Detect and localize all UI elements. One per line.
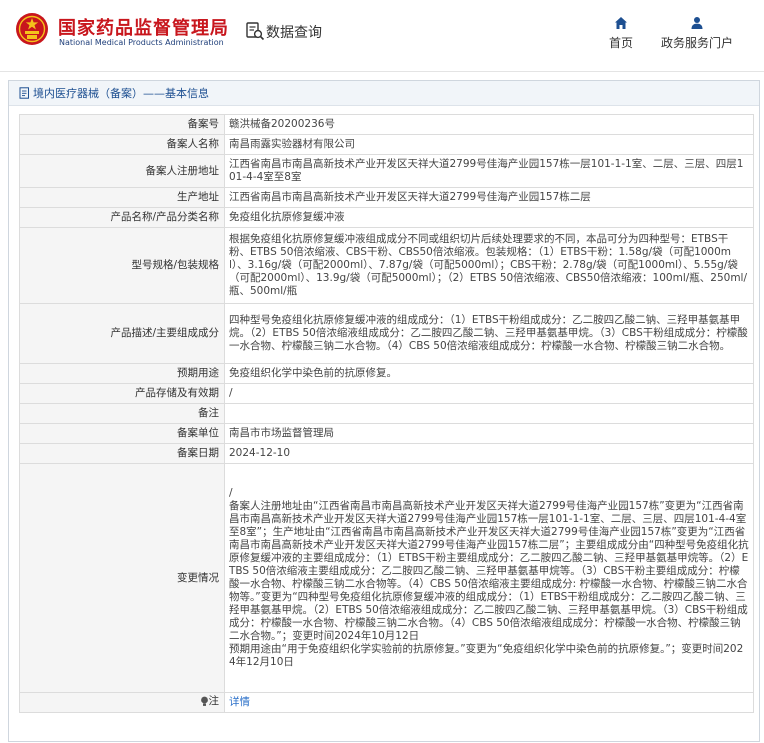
row-key: 备注 <box>19 403 225 424</box>
row-key: 备案人名称 <box>19 134 225 155</box>
row-key: 备案人注册地址 <box>19 154 225 188</box>
breadcrumb: 境内医疗器械（备案）——基本信息 <box>9 81 759 106</box>
table-row: 产品存储及有效期 / <box>19 383 754 404</box>
data-query-label[interactable]: 数据查询 <box>266 22 322 42</box>
table-row: 备案日期 2024-12-10 <box>19 443 754 464</box>
details-link[interactable]: 详情 <box>229 696 250 708</box>
change-history-value: / 备案人注册地址由“江西省南昌市南昌高新技术产业开发区天祥大道2799号佳海产… <box>224 463 754 693</box>
row-key: 产品存储及有效期 <box>19 383 225 404</box>
table-row: 预期用途 免疫组织化学中染色前的抗原修复。 <box>19 363 754 384</box>
nav-service-portal[interactable]: 政务服务门户 <box>655 16 739 51</box>
row-key: 型号规格/包装规格 <box>19 227 225 304</box>
note-key-label: 注 <box>208 694 220 707</box>
lightbulb-icon <box>200 696 208 706</box>
row-value: 2024-12-10 <box>224 443 754 464</box>
national-emblem-icon <box>16 13 48 45</box>
detail-panel: 境内医疗器械（备案）——基本信息 备案号 赣洪械备20200236号 备案人名称… <box>8 80 760 742</box>
row-value: 南昌雨露实验器材有限公司 <box>224 134 754 155</box>
brand-subtitle: National Medical Products Administration <box>59 38 224 47</box>
breadcrumb-text[interactable]: 境内医疗器械（备案）——基本信息 <box>33 85 209 101</box>
table-row: 变更情况 / 备案人注册地址由“江西省南昌市南昌高新技术产业开发区天祥大道279… <box>19 463 754 693</box>
row-key: 备案号 <box>19 114 225 135</box>
table-row: 产品名称/产品分类名称 免疫组化抗原修复缓冲液 <box>19 207 754 228</box>
row-value: 赣洪械备20200236号 <box>224 114 754 135</box>
row-value: 免疫组化抗原修复缓冲液 <box>224 207 754 228</box>
row-value: 南昌市市场监督管理局 <box>224 423 754 444</box>
row-key: 产品名称/产品分类名称 <box>19 207 225 228</box>
data-query-icon <box>246 22 265 41</box>
row-key: 备案日期 <box>19 443 225 464</box>
row-value: 根据免疫组化抗原修复缓冲液组成成分不同或组织切片后续处理要求的不同，本品可分为四… <box>224 227 754 304</box>
table-row: 生产地址 江西省南昌市南昌高新技术产业开发区天祥大道2799号佳海产业园157栋… <box>19 187 754 208</box>
table-row: 型号规格/包装规格 根据免疫组化抗原修复缓冲液组成成分不同或组织切片后续处理要求… <box>19 227 754 304</box>
table-row: 备案号 赣洪械备20200236号 <box>19 114 754 135</box>
table-row: 产品描述/主要组成成分 四种型号免疫组化抗原修复缓冲液的组成成分：（1）ETBS… <box>19 303 754 364</box>
row-key: 预期用途 <box>19 363 225 384</box>
row-value: 免疫组织化学中染色前的抗原修复。 <box>224 363 754 384</box>
row-value <box>224 403 754 424</box>
row-key: 备案单位 <box>19 423 225 444</box>
row-value: 江西省南昌市南昌高新技术产业开发区天祥大道2799号佳海产业园157栋一层101… <box>224 154 754 188</box>
change-history-key: 变更情况 <box>19 463 225 693</box>
row-value: 四种型号免疫组化抗原修复缓冲液的组成成分：（1）ETBS干粉组成成分：乙二胺四乙… <box>224 303 754 364</box>
table-row: 备案单位 南昌市市场监督管理局 <box>19 423 754 444</box>
note-value: 详情 <box>224 692 754 713</box>
row-key: 产品描述/主要组成成分 <box>19 303 225 364</box>
table-row: 备案人注册地址 江西省南昌市南昌高新技术产业开发区天祥大道2799号佳海产业园1… <box>19 154 754 188</box>
table-row: 备案人名称 南昌雨露实验器材有限公司 <box>19 134 754 155</box>
note-key: 注 <box>19 692 225 713</box>
brand-title: 国家药品监督管理局 <box>58 18 229 39</box>
site-header: 国家药品监督管理局 National Medical Products Admi… <box>0 0 764 72</box>
nav-home-label: 首页 <box>608 36 633 50</box>
nav-home[interactable]: 首页 <box>603 16 639 51</box>
table-row: 注 详情 <box>19 692 754 713</box>
home-icon <box>615 17 627 29</box>
row-value: / <box>224 383 754 404</box>
user-icon <box>691 17 703 29</box>
table-row: 备注 <box>19 403 754 424</box>
document-icon <box>19 87 29 99</box>
row-value: 江西省南昌市南昌高新技术产业开发区天祥大道2799号佳海产业园157栋二层 <box>224 187 754 208</box>
nav-service-label: 政务服务门户 <box>660 36 733 50</box>
row-key: 生产地址 <box>19 187 225 208</box>
record-table: 备案号 赣洪械备20200236号 备案人名称 南昌雨露实验器材有限公司 备案人… <box>19 114 754 713</box>
